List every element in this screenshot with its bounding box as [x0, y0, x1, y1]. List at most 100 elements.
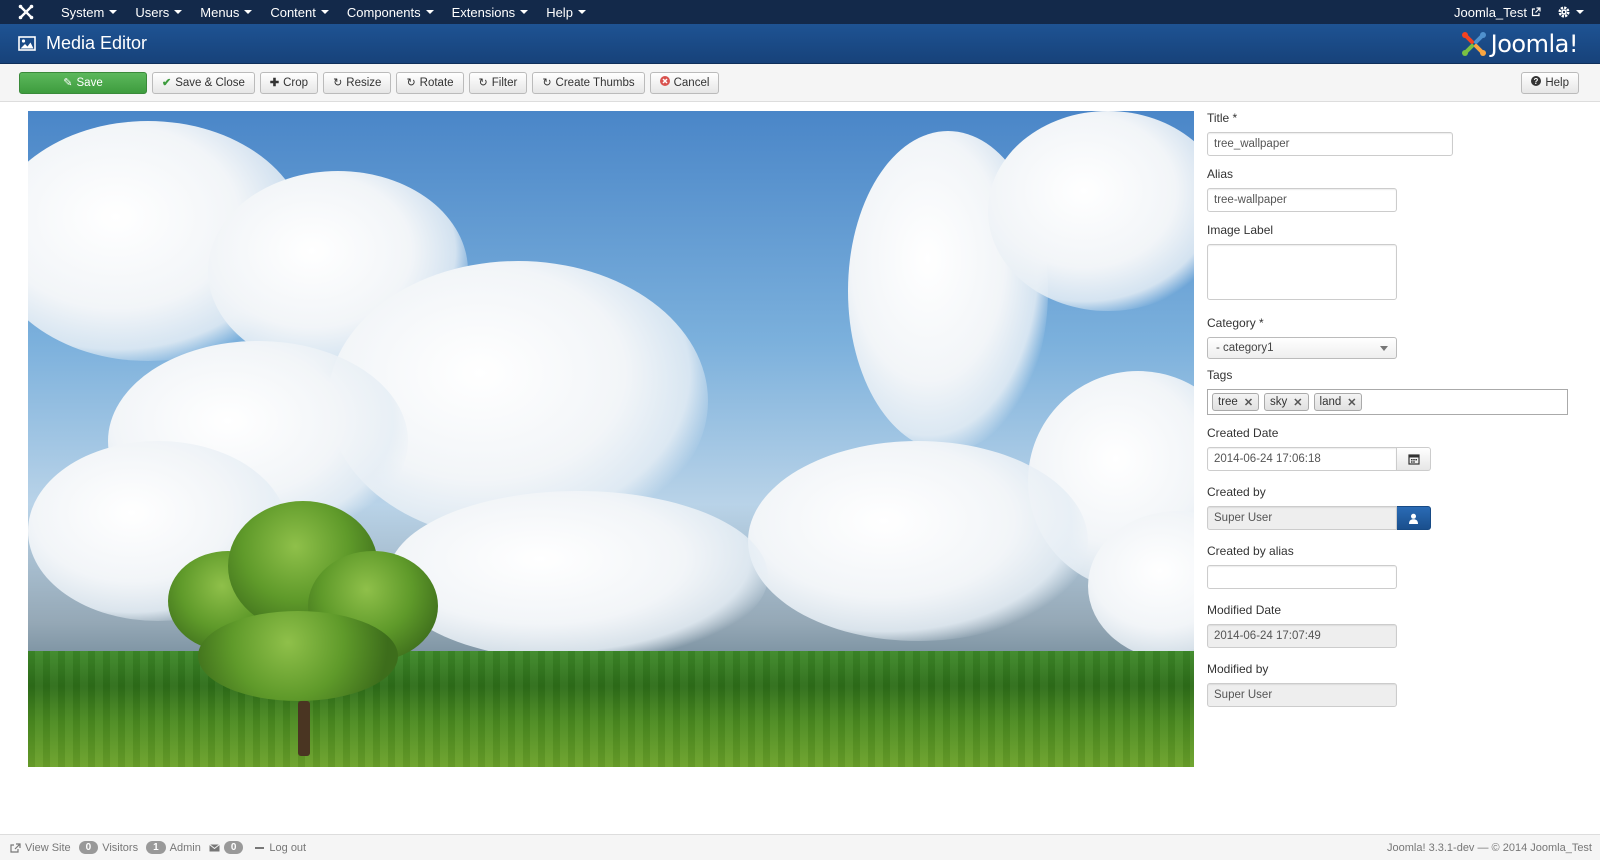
crop-icon: ✚ — [269, 77, 280, 89]
copyright-text: Joomla! 3.3.1-dev — © 2014 Joomla_Test — [1387, 841, 1592, 854]
tags-label: Tags — [1207, 368, 1233, 382]
caret-down-icon — [244, 10, 253, 14]
tags-input[interactable]: tree ✕ sky ✕ land ✕ — [1207, 389, 1568, 415]
crop-button[interactable]: ✚ Crop — [259, 71, 319, 94]
save-close-button[interactable]: ✔ Save & Close — [152, 71, 255, 94]
chevron-down-icon — [1380, 345, 1388, 351]
menu-components[interactable]: Components — [338, 0, 443, 24]
created-by-alias-input[interactable] — [1207, 565, 1397, 589]
created-date-input[interactable]: 2014-06-24 17:06:18 — [1207, 447, 1397, 471]
caret-down-icon — [520, 10, 529, 14]
cloud-shape — [748, 441, 1088, 641]
remove-tag-icon[interactable]: ✕ — [1347, 396, 1356, 409]
created-by-label: Created by — [1207, 485, 1266, 499]
external-link-icon — [10, 842, 21, 853]
remove-tag-icon[interactable]: ✕ — [1244, 396, 1253, 409]
modified-by-input: Super User — [1207, 683, 1397, 707]
caret-down-icon — [577, 10, 586, 14]
modified-by-label: Modified by — [1207, 662, 1269, 676]
cancel-icon — [659, 76, 670, 89]
admin-status: 1 Admin — [146, 841, 201, 854]
caret-down-icon — [425, 10, 434, 14]
tag-chip: land ✕ — [1313, 393, 1363, 411]
admin-badge: 1 — [146, 841, 166, 854]
menu-system[interactable]: System — [52, 0, 126, 24]
image-label-textarea[interactable] — [1207, 244, 1397, 300]
created-date-field-group: Created Date 2014-06-24 17:06:18 — [1207, 426, 1577, 471]
tree-crown — [198, 611, 398, 701]
category-select[interactable]: - category1 — [1207, 337, 1397, 359]
caret-down-icon — [109, 10, 118, 14]
svg-text:?: ? — [1534, 77, 1539, 86]
site-name-link[interactable]: Joomla_Test — [1454, 5, 1557, 20]
rotate-button[interactable]: ↻ Rotate — [396, 71, 464, 94]
alias-field-group: Alias tree-wallpaper — [1207, 167, 1577, 212]
toolbar: ✎ Save ✔ Save & Close ✚ Crop ↻ Resize ↻ … — [0, 64, 1600, 102]
created-date-wrapper: 2014-06-24 17:06:18 — [1207, 447, 1577, 471]
metadata-form: Title * tree_wallpaper Alias tree-wallpa… — [1207, 111, 1577, 718]
image-label-label: Image Label — [1207, 223, 1274, 237]
created-by-input: Super User — [1207, 506, 1397, 530]
joomla-logo-icon — [1461, 31, 1486, 56]
calendar-icon — [1407, 454, 1420, 465]
status-footer: View Site 0 Visitors 1 Admin 0 Log out J… — [0, 834, 1600, 860]
remove-tag-icon[interactable]: ✕ — [1293, 396, 1302, 409]
tags-field-group: Tags tree ✕ sky ✕ land ✕ — [1207, 368, 1577, 415]
main-menu: System Users Menus Content Components Ex… — [52, 0, 595, 24]
category-label: Category * — [1207, 316, 1264, 330]
check-icon: ✔ — [162, 77, 172, 89]
page-header: Media Editor Joomla! — [0, 24, 1600, 64]
menu-menus[interactable]: Menus — [191, 0, 261, 24]
created-by-wrapper: Super User — [1207, 506, 1577, 530]
modified-date-field-group: Modified Date 2014-06-24 17:07:49 — [1207, 603, 1577, 648]
external-link-icon — [1531, 7, 1541, 17]
modified-date-label: Modified Date — [1207, 603, 1282, 617]
cancel-button[interactable]: Cancel — [649, 71, 720, 94]
tag-chip: sky ✕ — [1264, 393, 1309, 411]
minus-icon — [255, 846, 265, 849]
modified-date-input: 2014-06-24 17:07:49 — [1207, 624, 1397, 648]
page-title: Media Editor — [46, 33, 148, 53]
joomla-logo-icon[interactable] — [0, 4, 52, 20]
envelope-icon — [209, 843, 220, 851]
messages-badge: 0 — [223, 841, 244, 854]
select-user-button[interactable] — [1397, 506, 1431, 530]
question-icon: ? — [1531, 76, 1542, 89]
joomla-brand-logo: Joomla! — [1461, 30, 1579, 58]
visitors-status: 0 Visitors — [78, 841, 138, 854]
resize-button[interactable]: ↻ Resize — [323, 71, 392, 94]
refresh-icon: ↻ — [333, 77, 343, 89]
menu-help[interactable]: Help — [537, 0, 595, 24]
menu-users[interactable]: Users — [126, 0, 191, 24]
view-site-link[interactable]: View Site — [10, 842, 71, 854]
filter-button[interactable]: ↻ Filter — [468, 71, 528, 94]
logout-link[interactable]: Log out — [255, 842, 306, 854]
calendar-button[interactable] — [1397, 447, 1431, 471]
help-button[interactable]: ? Help — [1521, 71, 1579, 94]
menu-content[interactable]: Content — [261, 0, 338, 24]
title-field-group: Title * tree_wallpaper — [1207, 111, 1577, 156]
visitors-badge: 0 — [78, 841, 99, 854]
refresh-icon: ↻ — [406, 77, 416, 89]
messages-status[interactable]: 0 — [209, 841, 248, 854]
tag-chip: tree ✕ — [1212, 393, 1260, 411]
image-preview[interactable] — [28, 111, 1194, 767]
created-by-alias-field-group: Created by alias — [1207, 544, 1577, 589]
top-navbar: System Users Menus Content Components Ex… — [0, 0, 1600, 24]
menu-extensions[interactable]: Extensions — [443, 0, 538, 24]
save-button[interactable]: ✎ Save — [19, 71, 147, 94]
alias-input[interactable]: tree-wallpaper — [1207, 188, 1397, 212]
user-icon — [1409, 513, 1418, 524]
refresh-icon: ↻ — [478, 77, 488, 89]
create-thumbs-button[interactable]: ↻ Create Thumbs — [532, 71, 645, 94]
image-icon — [18, 36, 36, 51]
navbar-right: Joomla_Test — [1454, 0, 1600, 24]
caret-down-icon — [1576, 10, 1584, 14]
created-by-field-group: Created by Super User — [1207, 485, 1577, 530]
created-by-alias-label: Created by alias — [1207, 544, 1294, 558]
edit-icon: ✎ — [63, 77, 73, 89]
title-input[interactable]: tree_wallpaper — [1207, 132, 1453, 156]
caret-down-icon — [174, 10, 183, 14]
caret-down-icon — [320, 10, 329, 14]
gear-icon[interactable] — [1557, 5, 1600, 19]
